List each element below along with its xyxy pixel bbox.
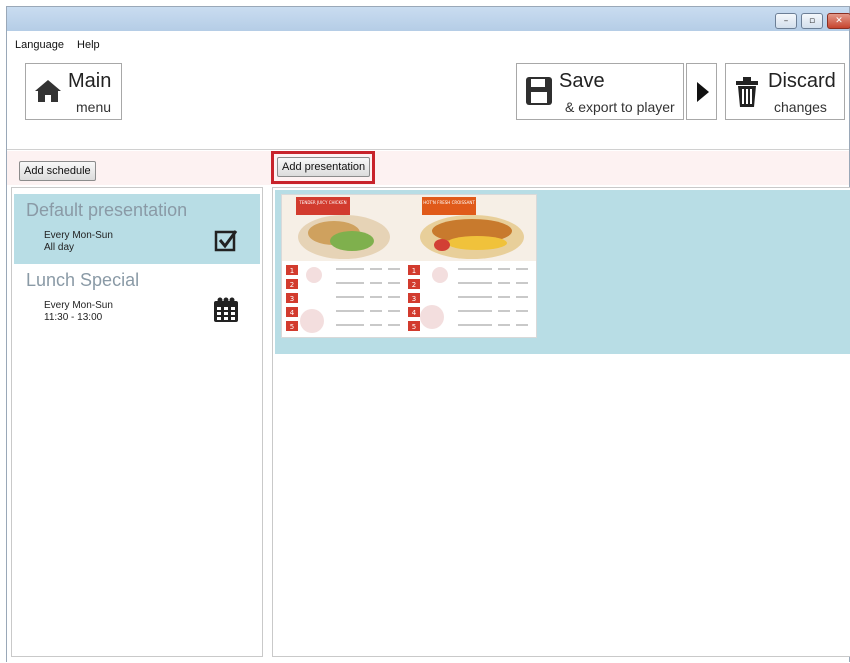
schedule-time: 11:30 - 13:00 <box>44 312 103 323</box>
changes-label: changes <box>774 99 827 115</box>
tag-right-text: HOT'N FRESH CROISSANT <box>423 200 475 205</box>
svg-text:4: 4 <box>412 309 417 317</box>
presentation-row[interactable]: TENDER JUICY CHICKEN HOT'N FRESH CROISSA… <box>275 190 850 354</box>
export-label: & export to player <box>565 99 675 115</box>
presentation-thumbnail[interactable]: TENDER JUICY CHICKEN HOT'N FRESH CROISSA… <box>281 194 537 338</box>
svg-text:1: 1 <box>412 267 416 275</box>
home-icon <box>35 80 61 102</box>
app-window: – ▫ ✕ Language Help Main menu Save & exp… <box>6 6 850 663</box>
svg-text:2: 2 <box>290 281 294 289</box>
right-number-column: 1 2 3 4 5 <box>408 265 420 331</box>
svg-text:1: 1 <box>290 267 294 275</box>
checkbox-checked-icon <box>214 230 238 252</box>
toolbar-divider <box>7 149 849 150</box>
add-presentation-button[interactable]: Add presentation <box>277 157 371 177</box>
svg-text:3: 3 <box>412 295 416 303</box>
tag-left-text: TENDER JUICY CHICKEN <box>298 200 346 205</box>
left-number-column: 1 2 3 4 5 <box>286 265 298 331</box>
schedule-item-default[interactable]: Default presentation Every Mon-Sun All d… <box>14 194 260 264</box>
trash-icon <box>736 77 758 107</box>
schedule-title: Lunch Special <box>26 270 140 290</box>
export-dropdown-button[interactable] <box>686 63 717 120</box>
svg-text:3: 3 <box>290 295 294 303</box>
svg-text:4: 4 <box>290 309 295 317</box>
play-arrow-icon <box>697 82 709 102</box>
svg-text:5: 5 <box>290 323 294 331</box>
menu-board-thumbnail: TENDER JUICY CHICKEN HOT'N FRESH CROISSA… <box>282 195 536 337</box>
client-area: Language Help Main menu Save & export to… <box>7 31 850 663</box>
menu-label: menu <box>76 99 112 115</box>
main-label: Main <box>68 70 112 92</box>
schedule-list: Default presentation Every Mon-Sun All d… <box>11 187 263 657</box>
floppy-disk-icon <box>526 77 552 105</box>
menu-help[interactable]: Help <box>77 39 100 51</box>
schedule-days: Every Mon-Sun <box>44 300 113 311</box>
discard-changes-button[interactable]: Discard changes <box>725 63 845 120</box>
schedule-item-lunch[interactable]: Lunch Special Every Mon-Sun 11:30 - 13:0… <box>14 264 260 334</box>
calendar-icon <box>214 297 238 322</box>
minimize-button[interactable]: – <box>775 13 797 29</box>
title-bar: – ▫ ✕ <box>7 7 850 31</box>
add-schedule-button[interactable]: Add schedule <box>19 161 96 181</box>
main-menu-button[interactable]: Main menu <box>25 63 122 120</box>
maximize-button[interactable]: ▫ <box>801 13 823 29</box>
presentation-list: TENDER JUICY CHICKEN HOT'N FRESH CROISSA… <box>272 187 850 657</box>
svg-text:5: 5 <box>412 323 416 331</box>
close-button[interactable]: ✕ <box>827 13 850 29</box>
svg-text:2: 2 <box>412 281 416 289</box>
schedule-days: Every Mon-Sun <box>44 230 113 241</box>
save-export-button[interactable]: Save & export to player <box>516 63 684 120</box>
action-strip <box>7 151 849 185</box>
schedule-time: All day <box>44 242 75 253</box>
menu-bar: Language Help <box>15 39 110 51</box>
schedule-title: Default presentation <box>26 200 188 220</box>
menu-language[interactable]: Language <box>15 39 64 51</box>
discard-label: Discard <box>768 70 836 92</box>
save-label: Save <box>559 70 605 92</box>
